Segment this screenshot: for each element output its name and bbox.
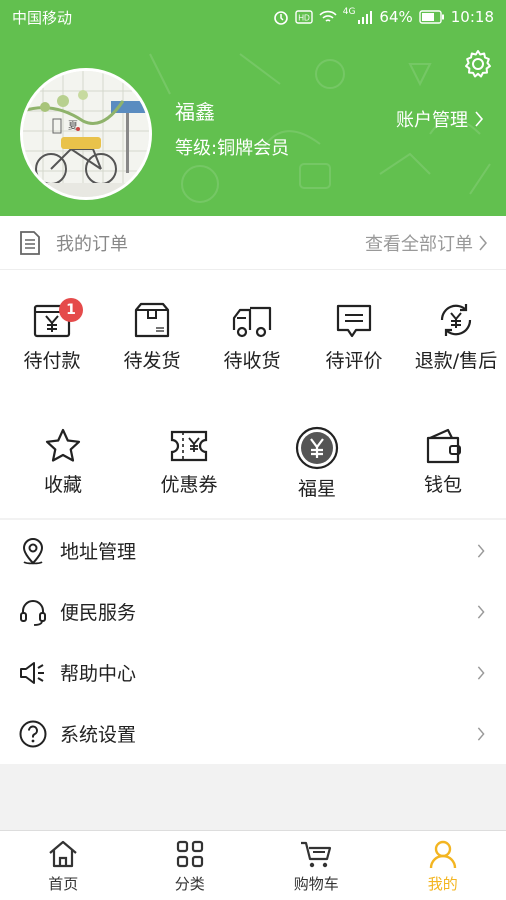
menu-item-settings[interactable]: 系统设置 [0, 703, 506, 764]
question-circle-icon [19, 720, 47, 747]
comment-icon [336, 304, 372, 338]
chevron-right-icon [477, 665, 485, 680]
asset-label: 钱包 [423, 474, 462, 496]
tab-home[interactable]: 首页 [0, 831, 127, 900]
tab-label: 购物车 [293, 875, 339, 893]
avatar[interactable]: 夏 [20, 68, 152, 200]
assets-grid: 收藏 优惠券 福星 钱包 [0, 400, 506, 518]
menu-item-services[interactable]: 便民服务 [0, 581, 506, 642]
order-status-grid: 1 待付款 待发货 待收货 待评价 退款/售后 [0, 270, 506, 400]
tab-label: 分类 [174, 875, 205, 893]
battery-icon [419, 10, 444, 24]
asset-label: 收藏 [43, 474, 82, 496]
wallet-entry[interactable]: 钱包 [388, 426, 498, 497]
document-icon [20, 230, 40, 255]
menu-item-label: 地址管理 [60, 541, 137, 563]
chevron-right-icon [479, 235, 487, 250]
refund-yuan-icon [440, 304, 472, 336]
chevron-right-icon [475, 111, 484, 127]
hd-icon: HD [295, 10, 313, 24]
account-management-label: 账户管理 [396, 110, 468, 131]
coupons-entry[interactable]: 优惠券 [134, 426, 244, 497]
home-icon [49, 840, 77, 868]
order-status-label: 待评价 [325, 350, 383, 372]
my-orders-row: 我的订单 查看全部订单 [0, 216, 506, 270]
menu-item-label: 便民服务 [60, 602, 137, 624]
headset-icon [20, 599, 46, 626]
order-status-label: 待付款 [23, 350, 81, 372]
chevron-right-icon [477, 543, 485, 558]
location-pin-icon [22, 537, 44, 564]
cart-icon [301, 841, 332, 868]
asset-label: 优惠券 [160, 474, 218, 496]
order-pending-shipment[interactable]: 待发货 [102, 300, 202, 373]
avatar-image: 夏 [23, 71, 149, 197]
alarm-icon [273, 11, 288, 25]
delivery-truck-icon [232, 306, 272, 338]
svg-text:HD: HD [298, 14, 310, 23]
order-status-label: 待收货 [223, 350, 281, 372]
tab-cart[interactable]: 购物车 [253, 831, 380, 900]
settings-menu: 地址管理 便民服务 帮助中心 系统设置 [0, 520, 506, 764]
asset-label: 福星 [297, 478, 336, 500]
favorites-entry[interactable]: 收藏 [8, 426, 118, 497]
battery-percent: 64% [379, 8, 413, 26]
clock: 10:18 [450, 8, 494, 26]
tab-label: 我的 [427, 875, 458, 893]
network-type: 4G [342, 7, 356, 17]
bottom-tab-bar: 首页 分类 购物车 我的 [0, 830, 506, 900]
tab-mine[interactable]: 我的 [380, 831, 506, 900]
package-box-icon [134, 302, 170, 338]
order-refund-aftersale[interactable]: 退款/售后 [406, 300, 506, 373]
unpaid-count-badge: 1 [59, 298, 83, 322]
signal-icon [358, 11, 373, 24]
chevron-right-icon [477, 604, 485, 619]
member-level: 等级:铜牌会员 [175, 138, 290, 159]
fuxing-points-entry[interactable]: 福星 [262, 426, 372, 501]
star-icon [45, 428, 81, 462]
status-bar: 中国移动 HD 4G 64% 10:18 [0, 0, 506, 34]
coin-yuan-icon [295, 426, 339, 470]
wallet-icon [426, 428, 461, 464]
user-icon [429, 840, 456, 869]
menu-item-help[interactable]: 帮助中心 [0, 642, 506, 703]
menu-item-label: 帮助中心 [60, 663, 137, 685]
profile-header: 夏 福鑫 等级:铜牌会员 账户管理 [0, 34, 506, 216]
grid-icon [176, 840, 203, 868]
tab-label: 首页 [48, 875, 79, 893]
tab-category[interactable]: 分类 [127, 831, 254, 900]
order-pending-review[interactable]: 待评价 [304, 300, 404, 373]
order-pending-payment[interactable]: 1 待付款 [2, 298, 102, 373]
my-orders-title: 我的订单 [56, 233, 128, 255]
user-name: 福鑫 [175, 100, 215, 124]
view-all-orders-link[interactable]: 查看全部订单 [365, 230, 488, 256]
carrier-name: 中国移动 [12, 8, 73, 27]
account-management-link[interactable]: 账户管理 [396, 106, 484, 132]
settings-gear-icon[interactable] [462, 48, 494, 80]
menu-item-label: 系统设置 [60, 724, 137, 746]
order-pending-receipt[interactable]: 待收货 [202, 300, 302, 373]
wifi-icon [319, 10, 337, 22]
menu-item-address[interactable]: 地址管理 [0, 520, 506, 581]
view-all-orders-label: 查看全部订单 [365, 233, 473, 255]
coupon-icon [170, 430, 208, 462]
order-status-label: 待发货 [123, 350, 181, 372]
order-status-label: 退款/售后 [414, 350, 498, 372]
speaker-icon [20, 661, 44, 684]
chevron-right-icon [477, 726, 485, 741]
